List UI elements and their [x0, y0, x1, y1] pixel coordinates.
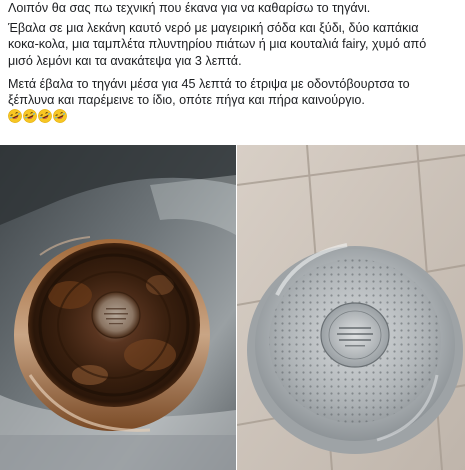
photo-clean-pan[interactable] [235, 145, 465, 470]
photo-grid [0, 145, 465, 470]
post-paragraph-recipe: Έβαλα σε μια λεκάνη καυτό νερό με μαγειρ… [8, 20, 460, 69]
laughing-emoji-icon [23, 109, 37, 124]
post-line: Έβαλα σε μια λεκάνη καυτό νερό με μαγειρ… [8, 21, 419, 36]
post-paragraph-result: Μετά έβαλα το τηγάνι μέσα για 45 λεπτά τ… [8, 76, 460, 108]
post-paragraph-intro: Λοιπόν θα σας πω τεχνική που έκανα για ν… [8, 0, 460, 16]
laughing-emoji-icon [38, 109, 52, 124]
post-line: ξέπλυνα και παρέμεινε το ίδιο, οπότε πήγ… [8, 93, 365, 108]
post-text: Λοιπόν θα σας πω τεχνική που έκανα για ν… [8, 0, 460, 124]
clean-pan-image [236, 145, 465, 470]
laughing-emoji-icon [53, 109, 67, 124]
photo-burnt-pan[interactable] [0, 145, 236, 470]
post-line: Μετά έβαλα το τηγάνι μέσα για 45 λεπτά τ… [8, 76, 410, 91]
laughing-emoji-icon [8, 109, 22, 124]
post-line: κοκα-κολα, μια ταμπλέτα πλυντηρίου πιάτω… [8, 37, 427, 52]
post-line: μισό λεμόνι και τα ανακάτεψα για 3 λεπτά… [8, 53, 242, 68]
post-line: Λοιπόν θα σας πω τεχνική που έκανα για ν… [8, 1, 371, 15]
emoji-row [8, 108, 460, 124]
burnt-pan-image [0, 145, 236, 470]
